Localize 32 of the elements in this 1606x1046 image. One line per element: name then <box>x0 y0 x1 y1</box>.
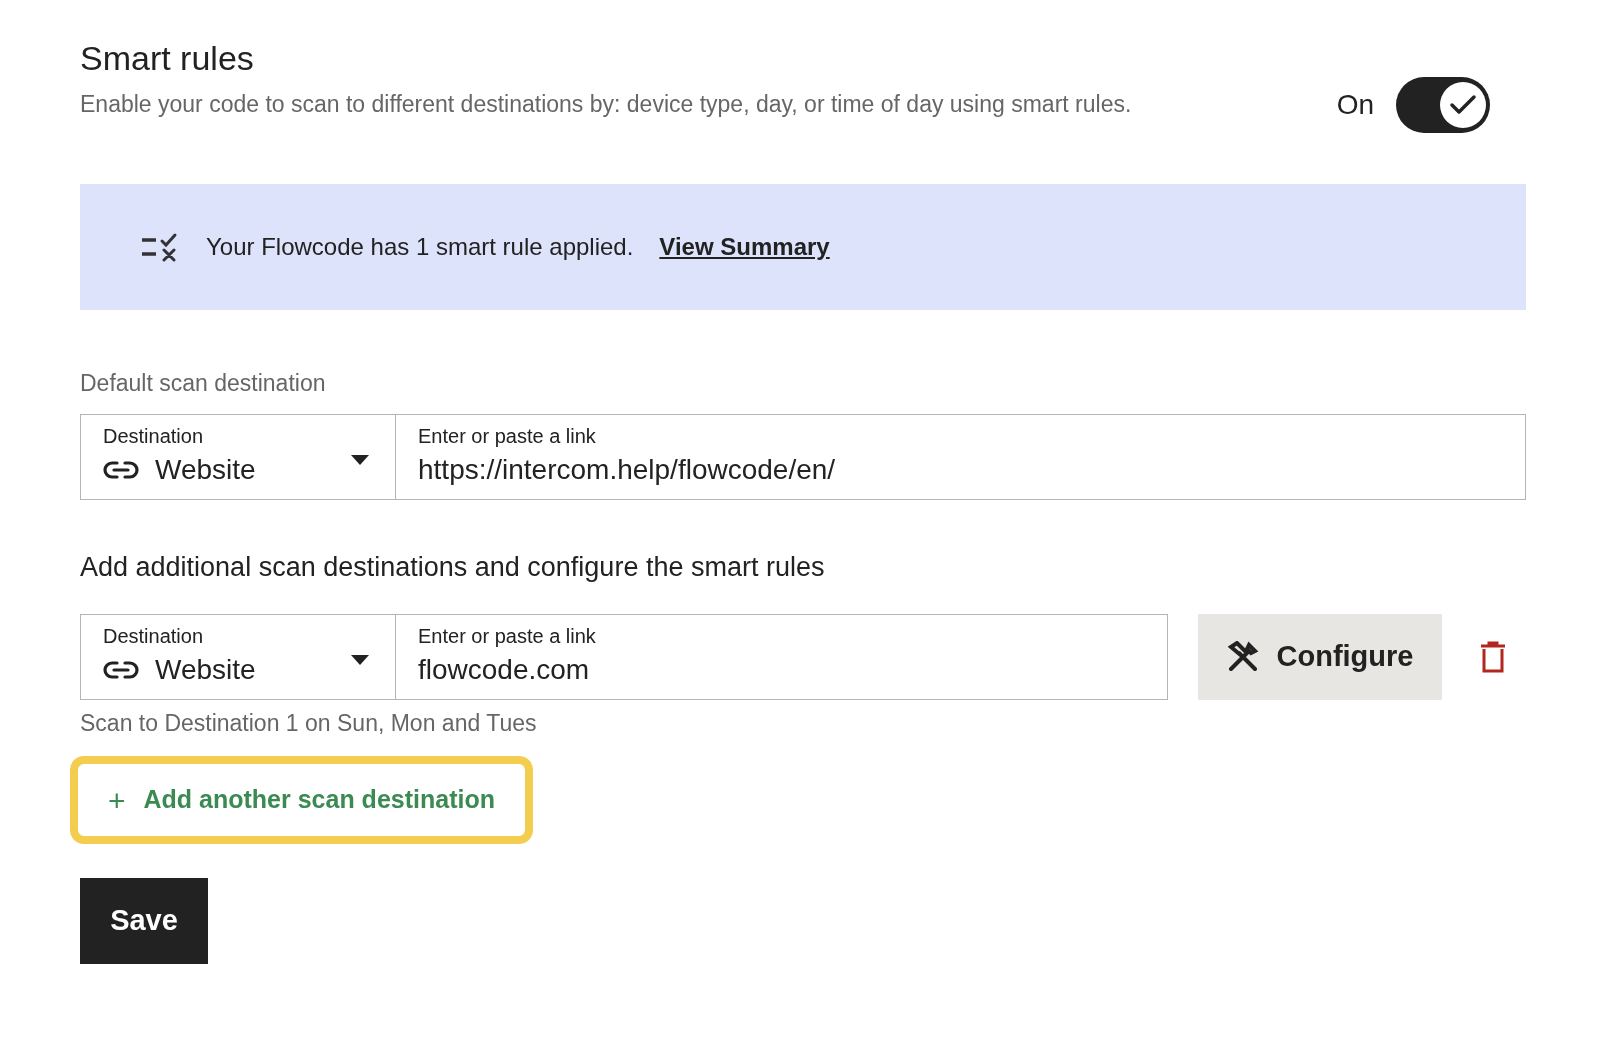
dropdown-value: Website <box>155 653 256 687</box>
section-title: Smart rules <box>80 38 255 79</box>
dropdown-value: Website <box>155 453 256 487</box>
link-icon <box>103 660 139 680</box>
add-destination-button[interactable]: + Add another scan destination <box>70 756 533 844</box>
field-value: flowcode.com <box>418 653 591 687</box>
caret-icon <box>351 655 369 665</box>
save-button[interactable]: Save <box>80 878 208 964</box>
check-icon <box>1449 94 1477 116</box>
link-field[interactable]: Enter or paste a link https://intercom.help/flowcode/en/ <box>396 414 1526 500</box>
field-label: Enter or paste a link <box>418 624 597 649</box>
destination-dropdown[interactable]: Destination Website <box>80 414 396 500</box>
link-icon <box>103 460 139 480</box>
rule-summary: Scan to Destination 1 on Sun, Mon and Tues <box>80 709 538 738</box>
checklist-icon <box>140 232 178 262</box>
field-label: Enter or paste a link <box>418 424 597 449</box>
caret-icon <box>351 455 369 465</box>
link-field[interactable]: Enter or paste a link flowcode.com <box>396 614 1168 700</box>
banner-text: Your Flowcode has 1 smart rule applied. <box>206 232 634 262</box>
view-summary-link[interactable]: View Summary <box>659 229 830 265</box>
dropdown-label: Destination <box>103 624 205 649</box>
additional-heading: Add additional scan destinations and configure the smart rules <box>80 551 826 584</box>
destination-dropdown[interactable]: Destination Website <box>80 614 396 700</box>
toggle-switch[interactable] <box>1396 77 1490 133</box>
field-value: https://intercom.help/flowcode/en/ <box>418 453 837 487</box>
configure-button[interactable]: Configure <box>1198 614 1442 700</box>
section-description: Enable your code to scan to different destinations by: device type, day, or time of day using smart rules. <box>80 90 1133 119</box>
tools-icon <box>1226 641 1259 673</box>
default-destination-label: Default scan destination <box>80 369 327 398</box>
toggle-label: On <box>1336 88 1374 122</box>
dropdown-label: Destination <box>103 424 205 449</box>
trash-icon[interactable] <box>1480 641 1506 673</box>
